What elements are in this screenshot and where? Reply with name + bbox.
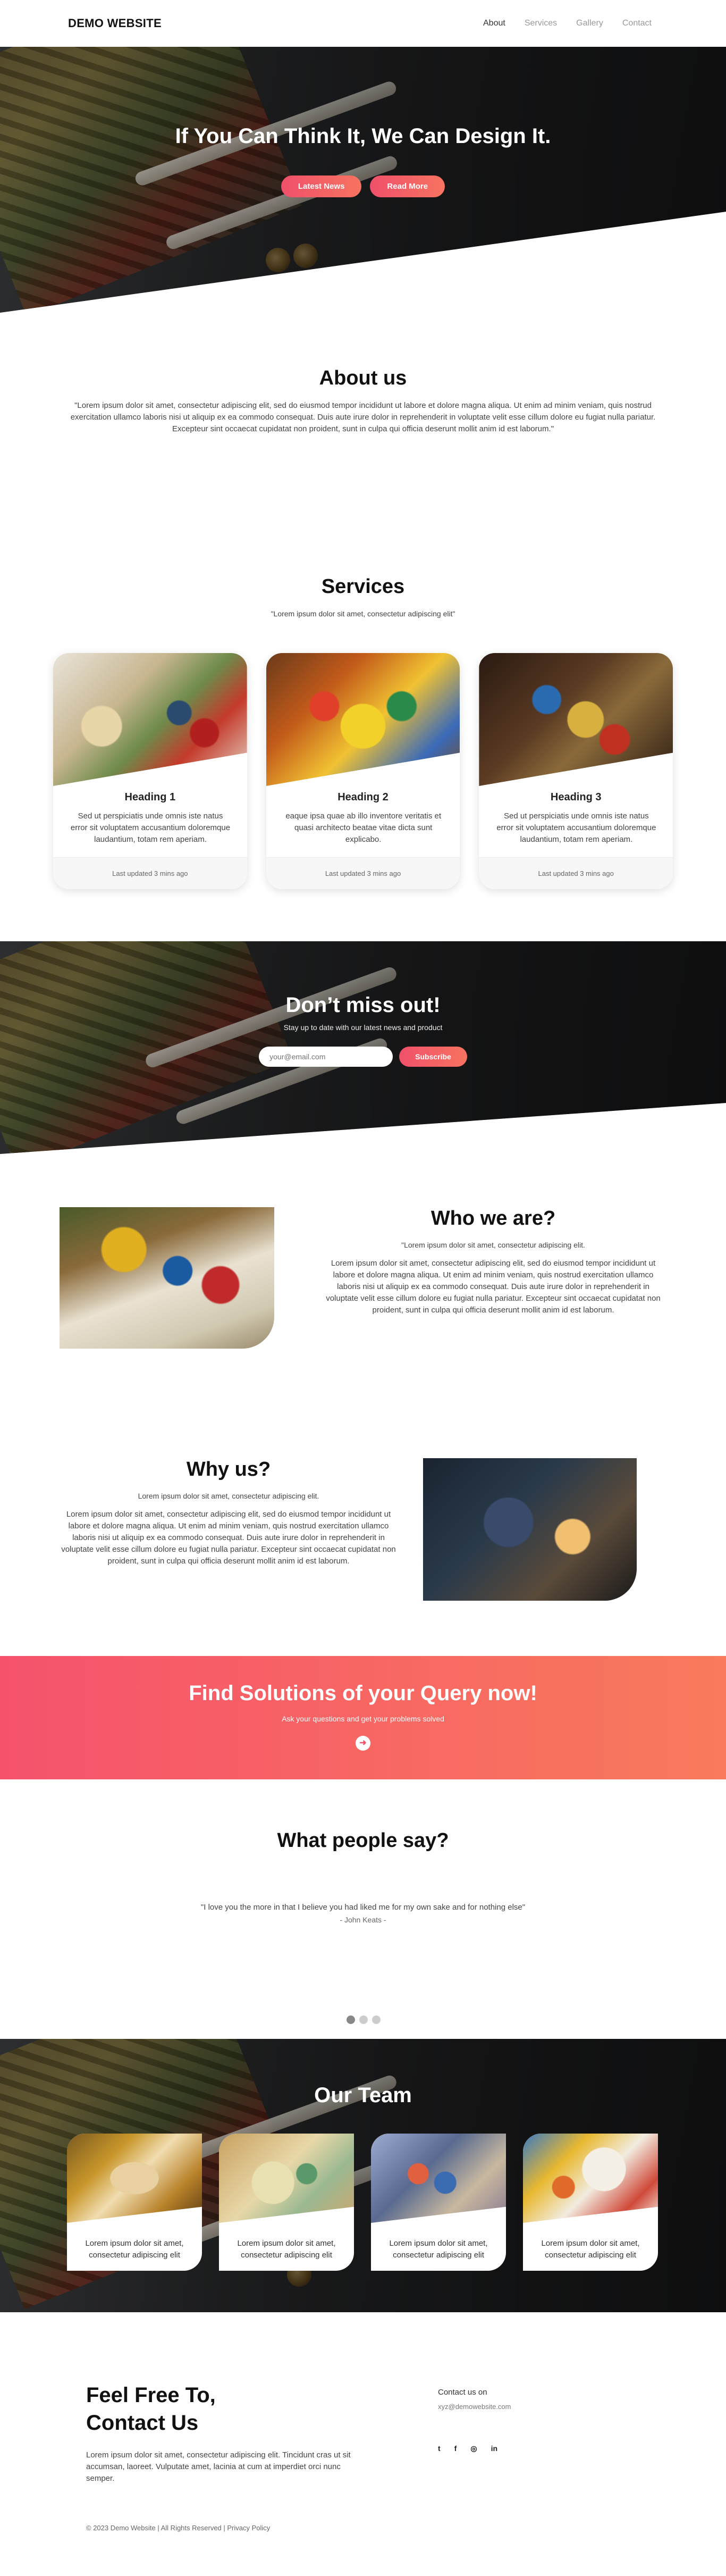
who-we-are-block: Who we are? "Lorem ipsum dolor sit amet,… bbox=[323, 1207, 663, 1316]
service-card[interactable]: Heading 2 eaque ipsa quae ab illo invent… bbox=[266, 653, 460, 889]
hero-title: If You Can Think It, We Can Design It. bbox=[175, 124, 551, 148]
service-card-heading: Heading 2 bbox=[337, 791, 389, 803]
read-more-button[interactable]: Read More bbox=[370, 175, 445, 197]
cta-subtitle: Ask your questions and get your problems… bbox=[282, 1714, 444, 1723]
subscribe-button[interactable]: Subscribe bbox=[399, 1047, 467, 1067]
who-we-are-text: Lorem ipsum dolor sit amet, consectetur … bbox=[326, 1259, 661, 1315]
carousel-dot[interactable] bbox=[347, 2015, 355, 2024]
service-card-text: Sed ut perspiciatis unde omnis iste natu… bbox=[70, 812, 231, 844]
who-we-are-lead: "Lorem ipsum dolor sit amet, consectetur… bbox=[401, 1241, 585, 1249]
top-nav: DEMO WEBSITE About Services Gallery Cont… bbox=[0, 0, 726, 47]
nav-link-services[interactable]: Services bbox=[525, 19, 557, 28]
cta-title: Find Solutions of your Query now! bbox=[189, 1682, 537, 1705]
service-card-updated: Last updated 3 mins ago bbox=[266, 857, 460, 889]
team-card-image bbox=[371, 2134, 506, 2223]
testimonial-quote: "I love you the more in that I believe y… bbox=[200, 1903, 526, 1912]
nav-link-contact[interactable]: Contact bbox=[622, 19, 652, 28]
newsletter-section: Don’t miss out! Stay up to date with our… bbox=[0, 941, 726, 1154]
newsletter-subtitle: Stay up to date with our latest news and… bbox=[283, 1023, 443, 1032]
service-card-heading: Heading 3 bbox=[550, 791, 602, 803]
service-card-text: Sed ut perspiciatis unde omnis iste natu… bbox=[496, 812, 656, 844]
who-we-are-title: Who we are? bbox=[430, 1207, 556, 1230]
services-title: Services bbox=[321, 575, 405, 598]
service-card-image bbox=[53, 653, 247, 786]
who-we-are-image bbox=[60, 1207, 274, 1349]
team-title: Our Team bbox=[314, 2084, 412, 2107]
facebook-icon[interactable]: f bbox=[454, 2444, 457, 2453]
carousel-dots bbox=[347, 2015, 381, 2024]
team-card-text: Lorem ipsum dolor sit amet, consectetur … bbox=[85, 2239, 184, 2260]
copyright: © 2023 Demo Website | All Rights Reserve… bbox=[86, 2524, 271, 2532]
service-card-image bbox=[479, 653, 673, 786]
team-card[interactable]: Lorem ipsum dolor sit amet, consectetur … bbox=[371, 2134, 506, 2271]
team-card[interactable]: Lorem ipsum dolor sit amet, consectetur … bbox=[67, 2134, 202, 2271]
team-cards: Lorem ipsum dolor sit amet, consectetur … bbox=[67, 2134, 662, 2271]
cta-banner: Find Solutions of your Query now! Ask yo… bbox=[0, 1656, 726, 1779]
team-card-text: Lorem ipsum dolor sit amet, consectetur … bbox=[541, 2239, 640, 2260]
newsletter-title: Don’t miss out! bbox=[285, 993, 441, 1017]
carousel-dot[interactable] bbox=[359, 2015, 368, 2024]
services-cards: Heading 1 Sed ut perspiciatis unde omnis… bbox=[53, 653, 673, 889]
why-us-text: Lorem ipsum dolor sit amet, consectetur … bbox=[61, 1510, 396, 1566]
service-card-updated: Last updated 3 mins ago bbox=[479, 857, 673, 889]
hero-buttons: Latest News Read More bbox=[0, 175, 726, 197]
twitter-icon[interactable]: t bbox=[438, 2444, 441, 2453]
services-subtitle: "Lorem ipsum dolor sit amet, consectetur… bbox=[271, 609, 455, 618]
latest-news-button[interactable]: Latest News bbox=[281, 175, 362, 197]
contact-email-link[interactable]: xyz@demowebsite.com bbox=[438, 2403, 511, 2411]
footer-title-line2: Contact Us bbox=[86, 2411, 199, 2435]
arrow-right-circle-icon[interactable]: ➜ bbox=[356, 1736, 370, 1751]
footer-title-line1: Feel Free To, bbox=[86, 2383, 216, 2407]
linkedin-icon[interactable]: in bbox=[491, 2444, 497, 2453]
service-card-heading: Heading 1 bbox=[124, 791, 176, 803]
contact-label: Contact us on bbox=[438, 2388, 487, 2397]
newsletter-form: Subscribe bbox=[0, 1047, 726, 1067]
why-us-title: Why us? bbox=[186, 1458, 271, 1481]
page: DEMO WEBSITE About Services Gallery Cont… bbox=[0, 0, 726, 2576]
why-us-block: Why us? Lorem ipsum dolor sit amet, cons… bbox=[58, 1458, 399, 1567]
site-logo[interactable]: DEMO WEBSITE bbox=[68, 16, 162, 30]
team-card-image bbox=[219, 2134, 354, 2223]
testimonial-title: What people say? bbox=[277, 1829, 449, 1852]
nav-links: About Services Gallery Contact bbox=[483, 19, 652, 28]
footer-title: Feel Free To, Contact Us bbox=[86, 2381, 352, 2437]
team-section: Our Team Lorem ipsum dolor sit amet, con… bbox=[0, 2039, 726, 2312]
footer-text: Lorem ipsum dolor sit amet, consectetur … bbox=[86, 2450, 351, 2483]
social-links: t f ◎ in bbox=[438, 2444, 497, 2453]
email-input[interactable] bbox=[259, 1047, 393, 1067]
team-card-image bbox=[67, 2134, 202, 2223]
nav-link-about[interactable]: About bbox=[483, 19, 505, 28]
why-us-lead: Lorem ipsum dolor sit amet, consectetur … bbox=[138, 1492, 319, 1500]
why-us-image bbox=[423, 1458, 637, 1601]
team-card[interactable]: Lorem ipsum dolor sit amet, consectetur … bbox=[523, 2134, 658, 2271]
nav-link-gallery[interactable]: Gallery bbox=[576, 19, 603, 28]
hero-content: If You Can Think It, We Can Design It. L… bbox=[0, 47, 726, 313]
team-card-text: Lorem ipsum dolor sit amet, consectetur … bbox=[237, 2239, 336, 2260]
hero-section: If You Can Think It, We Can Design It. L… bbox=[0, 47, 726, 313]
about-title: About us bbox=[319, 367, 407, 389]
service-card-updated: Last updated 3 mins ago bbox=[53, 857, 247, 889]
team-card-text: Lorem ipsum dolor sit amet, consectetur … bbox=[389, 2239, 488, 2260]
service-card[interactable]: Heading 3 Sed ut perspiciatis unde omnis… bbox=[479, 653, 673, 889]
instagram-icon[interactable]: ◎ bbox=[470, 2444, 477, 2453]
service-card-text: eaque ipsa quae ab illo inventore verita… bbox=[285, 812, 442, 844]
carousel-dot[interactable] bbox=[372, 2015, 381, 2024]
service-card[interactable]: Heading 1 Sed ut perspiciatis unde omnis… bbox=[53, 653, 247, 889]
service-card-image bbox=[266, 653, 460, 786]
about-text: "Lorem ipsum dolor sit amet, consectetur… bbox=[70, 401, 656, 433]
team-card-image bbox=[523, 2134, 658, 2223]
testimonial-author: - John Keats - bbox=[340, 1916, 386, 1924]
team-card[interactable]: Lorem ipsum dolor sit amet, consectetur … bbox=[219, 2134, 354, 2271]
